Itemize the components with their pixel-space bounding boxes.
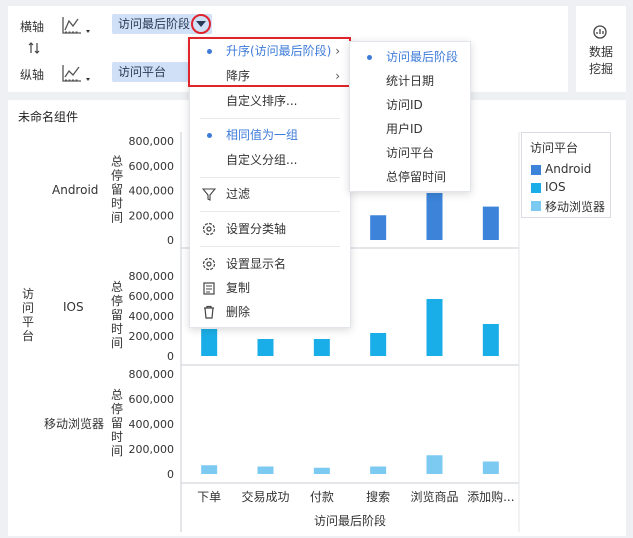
- legend-swatch-mobile-browser: [531, 201, 541, 211]
- bar-0-3: [370, 215, 387, 240]
- menu-divider: [200, 177, 340, 178]
- settings-icon: [202, 222, 216, 236]
- y-tick-label: 800,000: [129, 270, 175, 283]
- bar-2-2: [313, 467, 330, 474]
- x-axis-title: 访问最后阶段: [314, 513, 386, 528]
- menu-item-sort-ascending[interactable]: 升序(访问最后阶段) ›: [190, 40, 350, 62]
- y-tick-label: 600,000: [129, 393, 175, 406]
- bar-1-1: [257, 339, 274, 356]
- menu-item-group-same-values[interactable]: 相同值为一组: [190, 124, 350, 146]
- menu-divider: [200, 246, 340, 247]
- y-axis-title: 留: [111, 416, 123, 430]
- y-axis-title: 总: [111, 280, 123, 294]
- y-axis-title: 停: [111, 401, 123, 416]
- bar-2-3: [370, 466, 387, 474]
- y-axis-title: 停: [111, 168, 123, 183]
- submenu-item-platform[interactable]: 访问平台: [350, 142, 470, 164]
- bar-1-0: [201, 329, 218, 356]
- y-axis-title: 间: [111, 211, 123, 225]
- chevron-right-icon: ›: [335, 69, 340, 83]
- legend-item-mobile-browser[interactable]: 移动浏览器: [545, 198, 605, 215]
- field-context-menu: 升序(访问最后阶段) › 降序 › 自定义排序... 相同值为一组 自定义分组.…: [189, 38, 351, 328]
- bar-2-1: [257, 466, 274, 474]
- y-axis-title: 时: [111, 322, 123, 336]
- submenu-item-last-stage[interactable]: 访问最后阶段: [350, 46, 470, 68]
- x-tick-label: 下单: [197, 490, 221, 504]
- bar-1-2: [313, 339, 330, 356]
- y-axis-title: 停: [111, 293, 123, 308]
- copy-icon: [203, 282, 215, 295]
- selected-dot-icon: [207, 133, 212, 138]
- menu-item-set-category-axis[interactable]: 设置分类轴: [190, 218, 350, 240]
- menu-item-sort-descending[interactable]: 降序 ›: [190, 65, 350, 87]
- menu-item-delete[interactable]: 删除: [190, 301, 350, 323]
- row-field-label: 台: [22, 328, 34, 343]
- row-label-1: IOS: [63, 300, 84, 314]
- x-tick-label: 交易成功: [241, 489, 289, 504]
- selected-dot-icon: [367, 55, 372, 60]
- bar-1-3: [370, 333, 387, 356]
- y-axis-title: 时: [111, 430, 123, 444]
- bar-2-0: [201, 465, 218, 474]
- y-tick-label: 400,000: [129, 310, 175, 323]
- y-tick-label: 0: [167, 350, 174, 363]
- menu-divider: [200, 211, 340, 212]
- chevron-right-icon: ›: [335, 44, 340, 58]
- y-tick-label: 600,000: [129, 160, 175, 173]
- y-axis-title: 间: [111, 336, 123, 350]
- settings-icon: [202, 257, 216, 271]
- bar-2-4: [426, 455, 443, 474]
- y-tick-label: 800,000: [129, 368, 175, 381]
- bar-1-4: [426, 299, 443, 356]
- menu-item-custom-sort[interactable]: 自定义排序...: [190, 90, 350, 112]
- row-field-label: 问: [22, 301, 34, 315]
- submenu-item-total-duration[interactable]: 总停留时间: [350, 166, 470, 188]
- bar-1-5: [482, 324, 499, 356]
- legend-swatch-ios: [531, 183, 541, 193]
- bar-0-5: [482, 206, 499, 240]
- menu-item-set-display-name[interactable]: 设置显示名: [190, 253, 350, 275]
- legend-swatch-android: [531, 165, 541, 175]
- filter-icon: [202, 188, 216, 201]
- y-tick-label: 0: [167, 468, 174, 481]
- y-axis-title: 时: [111, 197, 123, 211]
- x-tick-label: 浏览商品: [410, 489, 458, 504]
- legend-title: 访问平台: [530, 141, 579, 155]
- legend-item-ios[interactable]: IOS: [545, 180, 566, 194]
- y-axis-title: 留: [111, 308, 123, 322]
- trash-icon: [204, 305, 214, 319]
- x-tick-label: 搜索: [366, 489, 390, 504]
- y-axis-title: 总: [111, 155, 123, 169]
- legend: 访问平台 Android IOS 移动浏览器: [521, 132, 611, 218]
- menu-item-filter[interactable]: 过滤: [190, 183, 350, 205]
- submenu-item-stat-date[interactable]: 统计日期: [350, 70, 470, 92]
- y-tick-label: 400,000: [129, 185, 175, 198]
- y-tick-label: 200,000: [129, 330, 175, 343]
- y-axis-title: 留: [111, 183, 123, 197]
- bar-2-5: [482, 461, 499, 474]
- y-tick-label: 800,000: [129, 135, 175, 148]
- x-tick-label: 添加购...: [467, 489, 514, 504]
- submenu-item-user-id[interactable]: 用户ID: [350, 118, 470, 140]
- bar-0-4: [426, 192, 443, 240]
- y-tick-label: 600,000: [129, 290, 175, 303]
- menu-item-custom-group[interactable]: 自定义分组...: [190, 149, 350, 171]
- y-tick-label: 0: [167, 234, 174, 247]
- y-axis-title: 间: [111, 444, 123, 458]
- legend-item-android[interactable]: Android: [545, 162, 591, 176]
- y-tick-label: 400,000: [129, 418, 175, 431]
- selected-dot-icon: [207, 49, 212, 54]
- y-tick-label: 200,000: [129, 443, 175, 456]
- x-tick-label: 付款: [310, 490, 334, 504]
- row-label-0: Android: [52, 183, 98, 197]
- sort-field-submenu: 访问最后阶段 统计日期 访问ID 用户ID 访问平台 总停留时间: [349, 41, 471, 192]
- submenu-item-visit-id[interactable]: 访问ID: [350, 94, 470, 116]
- menu-item-copy[interactable]: 复制: [190, 277, 350, 299]
- row-field-label: 访: [22, 287, 34, 301]
- y-tick-label: 200,000: [129, 209, 175, 222]
- row-label-2: 移动浏览器: [44, 416, 104, 431]
- row-field-label: 平: [22, 315, 34, 329]
- menu-divider: [200, 118, 340, 119]
- y-axis-title: 总: [111, 388, 123, 402]
